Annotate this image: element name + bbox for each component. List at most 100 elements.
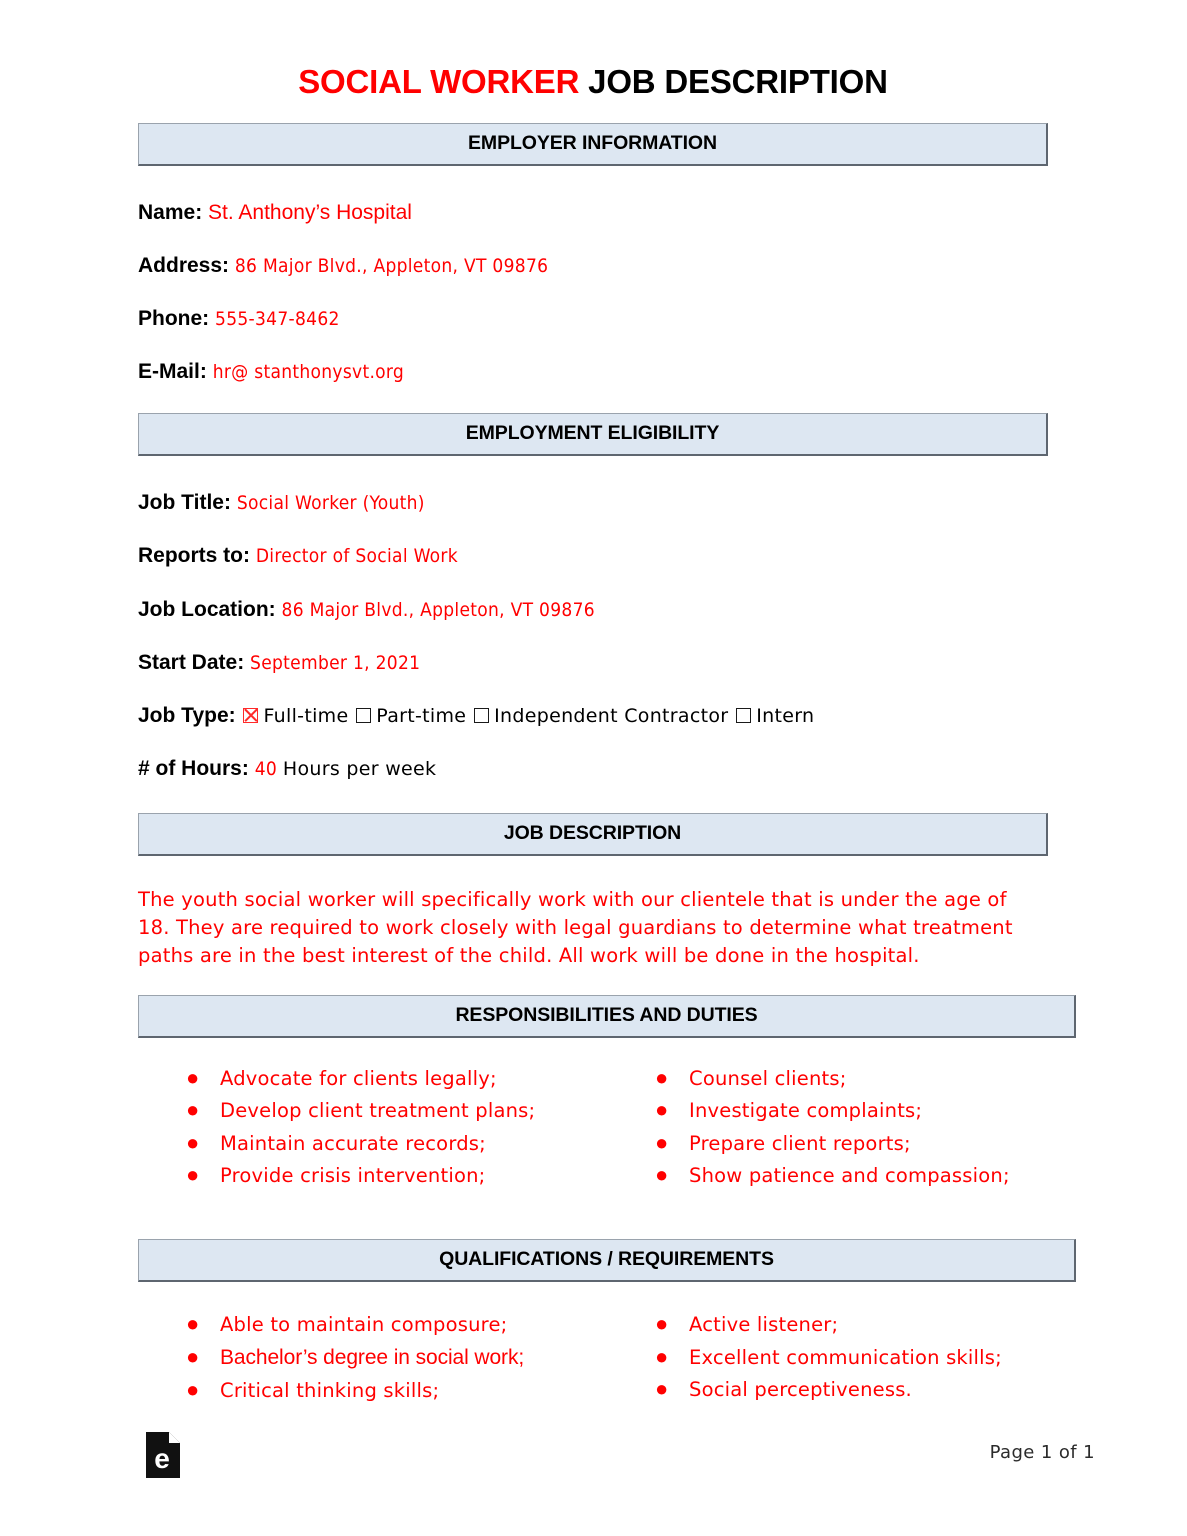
section-header-employer-information: EMPLOYER INFORMATION xyxy=(138,123,1048,166)
field-start-date-separator: : xyxy=(237,650,245,674)
list-item: ● Critical thinking skills; xyxy=(186,1377,607,1403)
checkbox-part-time[interactable] xyxy=(356,707,372,723)
field-job-location-separator: : xyxy=(268,597,276,621)
list-item-label: Maintain accurate records; xyxy=(220,1131,486,1155)
list-item-label: Advocate for clients legally; xyxy=(220,1066,497,1090)
field-phone: Phone: 555-347-8462 xyxy=(138,307,1048,330)
field-email-value[interactable]: hr@ stanthonysvt.org xyxy=(213,361,404,383)
bullet-icon: ● xyxy=(655,1064,669,1090)
field-job-location: Job Location: 86 Major Blvd., Appleton, … xyxy=(138,598,1048,621)
list-item: ● Active listener; xyxy=(655,1311,1076,1337)
section-header-qualifications: QUALIFICATIONS / REQUIREMENTS xyxy=(138,1239,1076,1283)
field-hours-separator: : xyxy=(241,756,249,780)
field-job-title-separator: : xyxy=(223,491,231,515)
page-title-rest: JOB DESCRIPTION xyxy=(579,63,888,100)
list-item: ● Provide crisis intervention; xyxy=(186,1164,607,1188)
list-item-label: Provide crisis intervention; xyxy=(220,1164,486,1188)
svg-text:e: e xyxy=(154,1443,170,1474)
field-hours: # of Hours: 40 Hours per week xyxy=(138,757,1048,780)
field-phone-value[interactable]: 555-347-8462 xyxy=(215,308,340,330)
page-number: Page 1 of 1 xyxy=(989,1442,1095,1463)
bullet-icon: ● xyxy=(655,1376,669,1402)
field-start-date-value[interactable]: September 1, 2021 xyxy=(250,652,420,674)
field-reports-to-separator: : xyxy=(243,544,250,568)
list-item-label: Prepare client reports; xyxy=(689,1131,911,1155)
bullet-icon: ● xyxy=(655,1343,669,1369)
field-email: E-Mail: hr@ stanthonysvt.org xyxy=(138,360,1048,383)
field-reports-to-value[interactable]: Director of Social Work xyxy=(256,545,458,567)
field-address-value[interactable]: 86 Major Blvd., Appleton, VT 09876 xyxy=(235,255,548,277)
checkbox-independent-contractor[interactable] xyxy=(474,707,490,723)
list-item: ● Prepare client reports; xyxy=(655,1129,1076,1155)
list-item-label: Social perceptiveness. xyxy=(689,1378,912,1402)
checkbox-intern[interactable] xyxy=(736,707,752,723)
list-item-label: Counsel clients; xyxy=(689,1066,847,1090)
field-start-date-label: Start Date xyxy=(138,650,238,674)
field-job-location-label: Job Location xyxy=(138,597,269,621)
checkbox-label-independent-contractor: Independent Contractor xyxy=(494,704,729,727)
bullet-icon: ● xyxy=(186,1064,200,1090)
field-phone-label: Phone xyxy=(138,307,203,331)
field-hours-value[interactable]: 40 xyxy=(255,758,277,780)
checkbox-label-part-time: Part-time xyxy=(376,704,467,727)
section-header-job-description: JOB DESCRIPTION xyxy=(138,812,1048,856)
field-address: Address: 86 Major Blvd., Appleton, VT 09… xyxy=(138,254,1048,277)
bullet-icon: ● xyxy=(186,1377,200,1403)
list-item-label: Excellent communication skills; xyxy=(689,1345,1002,1369)
document-page: SOCIAL WORKER JOB DESCRIPTION EMPLOYER I… xyxy=(0,0,1187,1536)
responsibilities-left-column: ● Advocate for clients legally; ● Develop … xyxy=(138,1064,607,1197)
field-address-separator: : xyxy=(222,254,230,278)
page-title-highlight: SOCIAL WORKER xyxy=(298,63,580,100)
bullet-icon: ● xyxy=(655,1162,669,1188)
responsibilities-columns: ● Advocate for clients legally; ● Develop … xyxy=(138,1064,1076,1197)
field-email-separator: : xyxy=(199,360,207,384)
list-item-label: Critical thinking skills; xyxy=(220,1379,440,1403)
list-item: ● Bachelor’s degree in social work; xyxy=(186,1343,607,1369)
field-hours-label: # of Hours xyxy=(138,756,242,780)
job-description-body[interactable]: The youth social worker will specificall… xyxy=(138,886,1028,971)
bullet-icon: ● xyxy=(655,1129,669,1155)
list-item-label: Bachelor’s degree in social work; xyxy=(220,1345,525,1369)
field-name: Name: St. Anthony’s Hospital xyxy=(138,201,1048,224)
bullet-icon: ● xyxy=(186,1311,200,1337)
list-item-label: Investigate complaints; xyxy=(689,1099,923,1123)
list-item-label: Able to maintain composure; xyxy=(220,1313,508,1337)
section-header-employment-eligibility: EMPLOYMENT ELIGIBILITY xyxy=(138,413,1048,457)
document-content: SOCIAL WORKER JOB DESCRIPTION EMPLOYER I… xyxy=(138,0,1076,1411)
list-item: ● Maintain accurate records; xyxy=(186,1129,607,1155)
checkbox-full-time[interactable] xyxy=(243,707,259,723)
field-job-type-separator: : xyxy=(228,703,236,727)
field-hours-suffix: Hours per week xyxy=(282,757,437,780)
bullet-icon: ● xyxy=(655,1097,669,1123)
responsibilities-right-column: ● Counsel clients; ● Investigate complaint… xyxy=(607,1064,1076,1197)
list-item: ● Investigate complaints; xyxy=(655,1097,1076,1123)
field-job-type: Job Type: Full-time Part-time Independen… xyxy=(138,704,1048,727)
list-item: ● Able to maintain composure; xyxy=(186,1311,607,1337)
list-item: ● Social perceptiveness. xyxy=(655,1376,1076,1402)
bullet-icon: ● xyxy=(186,1343,200,1369)
field-phone-separator: : xyxy=(202,307,210,331)
checkbox-label-intern: Intern xyxy=(756,704,815,727)
field-job-title-label: Job Title xyxy=(138,491,224,515)
field-job-title: Job Title: Social Worker (Youth) xyxy=(138,491,1048,514)
bullet-icon: ● xyxy=(186,1129,200,1155)
bullet-icon: ● xyxy=(655,1311,669,1337)
field-name-value[interactable]: St. Anthony’s Hospital xyxy=(208,201,412,224)
field-job-location-value[interactable]: 86 Major Blvd., Appleton, VT 09876 xyxy=(282,599,595,621)
list-item-label: Develop client treatment plans; xyxy=(220,1099,536,1123)
field-name-label: Name xyxy=(138,201,196,224)
bullet-icon: ● xyxy=(186,1097,200,1123)
qualifications-right-column: ● Active listener; ● Excellent communicati… xyxy=(607,1313,1076,1411)
eforms-logo-icon: e xyxy=(146,1432,180,1478)
page-title: SOCIAL WORKER JOB DESCRIPTION xyxy=(138,0,1048,101)
field-email-label: E-Mail xyxy=(138,360,200,384)
field-address-label: Address xyxy=(138,254,223,278)
list-item: ● Show patience and compassion; xyxy=(655,1162,1076,1188)
field-job-type-label: Job Type xyxy=(138,703,229,727)
field-name-separator: : xyxy=(195,201,203,224)
field-job-title-value[interactable]: Social Worker (Youth) xyxy=(237,492,425,514)
list-item: ● Counsel clients; xyxy=(655,1064,1076,1090)
list-item-label: Active listener; xyxy=(689,1313,839,1337)
field-reports-to-label: Reports to xyxy=(138,544,243,568)
checkbox-label-full-time: Full-time xyxy=(263,704,349,727)
